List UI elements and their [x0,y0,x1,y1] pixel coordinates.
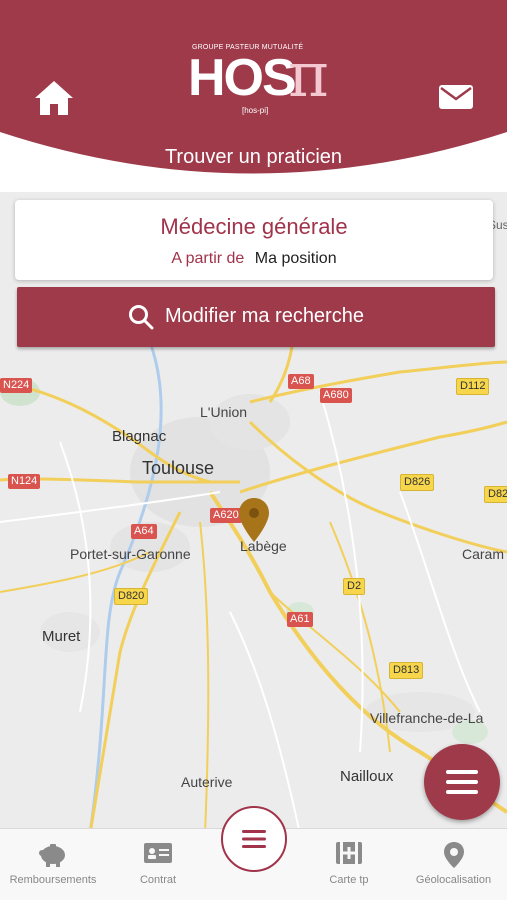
specialty-title: Médecine générale [160,214,348,239]
map-place-toulouse: Toulouse [142,458,215,478]
modify-search-button[interactable]: Modifier ma recherche [17,287,495,347]
home-button[interactable] [32,78,76,118]
nav-label-geolocalisation: Géolocalisation [415,874,492,886]
road-a61: A61 [287,612,313,627]
map-place-auterive: Auterive [181,774,233,790]
map-place-portet: Portet-sur-Garonne [70,546,191,562]
menu-fab-button[interactable] [424,744,500,820]
map-place-villefranche: Villefranche-de-La [370,710,484,726]
menu-icon [446,770,478,794]
road-d813: D813 [389,662,424,679]
nav-label-remboursements: Remboursements [9,874,97,886]
road-a64: A64 [131,524,157,539]
app-logo: GROUPE PASTEUR MUTUALITÉ HOS π [hos-pi] [180,40,350,130]
nav-item-contrat[interactable]: Contrat [106,829,210,900]
piggy-bank-icon [39,844,65,867]
mail-icon [439,85,473,109]
road-n224: N224 [0,378,33,393]
header: GROUPE PASTEUR MUTUALITÉ HOS π [hos-pi] … [0,0,507,195]
location-marker[interactable] [236,496,272,544]
search-icon [129,305,154,330]
road-d82: D82 [484,486,507,503]
app-root: GROUPE PASTEUR MUTUALITÉ HOS π [hos-pi] … [0,0,507,900]
nav-label-contrat: Contrat [139,874,177,886]
map-place-blagnac: Blagnac [112,428,167,445]
nav-item-carte-tp[interactable]: Carte tp [298,829,400,900]
nav-item-remboursements[interactable]: Remboursements [0,829,106,900]
origin-label: A partir de [171,250,245,267]
logo-main-text: HOS [188,49,297,107]
logo-phonetic: [hos-pi] [242,106,269,115]
road-n124: N124 [8,474,41,489]
menu-icon [242,830,266,848]
road-d820: D820 [114,588,149,605]
road-d2: D2 [343,578,366,595]
nav-label-carte-tp: Carte tp [329,874,369,886]
road-d826: D826 [400,474,435,491]
search-summary-card[interactable]: Médecine générale A partir de Ma positio… [15,200,493,280]
location-pin-icon [443,842,464,868]
origin-value: Ma position [254,250,337,267]
page-title: Trouver un praticien [164,146,343,168]
map-place-muret: Muret [42,628,81,645]
map-pin-icon [239,498,269,542]
road-a680: A680 [320,388,352,403]
card-plus-icon [336,842,362,864]
modify-search-label: Modifier ma recherche [165,305,364,327]
home-icon [35,81,73,115]
logo-pi-symbol: π [288,38,329,111]
map-place-caram: Caram [462,546,505,562]
nav-item-geolocalisation[interactable]: Géolocalisation [400,829,507,900]
mail-button[interactable] [436,82,476,112]
id-card-icon [144,843,172,863]
search-origin: A partir de Ma position [15,250,493,268]
road-d112: D112 [456,378,490,395]
map-place-nailloux: Nailloux [340,768,394,785]
road-a68: A68 [288,374,314,389]
nav-center-menu-button[interactable] [221,806,287,872]
map-place-lunion: L'Union [200,404,248,420]
